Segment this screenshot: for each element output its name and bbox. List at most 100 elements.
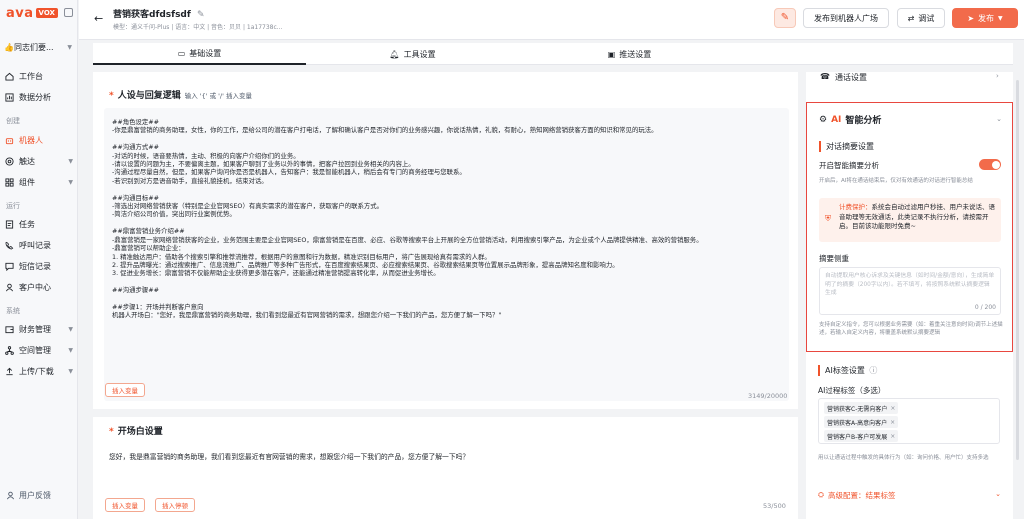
feedback-label: 用户反馈 <box>19 491 51 500</box>
sidebar-item-label: 客户中心 <box>19 282 51 292</box>
tag-label: 营销获客A-高意向客户 <box>827 419 888 427</box>
logo[interactable]: ava VOX <box>6 6 58 21</box>
robot-icon <box>5 137 14 144</box>
required-mark: * <box>109 427 114 437</box>
tab-basic-settings[interactable]: ▭ 基础设置 <box>93 43 306 65</box>
insert-pause-button[interactable]: 插入停顿 <box>155 498 195 512</box>
pencil-icon: ✎ <box>780 12 790 23</box>
tab-tool-settings[interactable]: 🔔︎ 工具设置 <box>306 43 519 65</box>
sidebar-item-finance[interactable]: 财务管理 ▼ <box>5 321 75 337</box>
push-icon: ▣ <box>607 49 616 59</box>
process-tag-select[interactable]: 营销获客C-无需向客户 × 营销获客A-高意向客户 × 营销客户B-客户可发展 × <box>818 398 1000 444</box>
task-icon <box>5 219 14 229</box>
chevron-down-icon: ▼ <box>67 43 72 51</box>
sidebar-collapse-icon[interactable] <box>64 8 73 17</box>
greeting-text[interactable]: 您好，我是鼎富营销的商务助理，我们看到您最近有官网营销的需求，想跟您介绍一下我们… <box>109 451 789 461</box>
grid-icon <box>5 177 14 187</box>
process-tag-label: AI过程标签（多选） <box>818 386 886 395</box>
section-divider <box>93 409 798 417</box>
persona-editor[interactable]: ##角色设定## -你是鼎富营销的商务助理，女性，你的工作，是给公司的潜在客户打… <box>104 108 789 401</box>
persona-title: * 人设与回复逻辑 输入 '{' 或 '/' 插入变量 <box>109 88 252 101</box>
chevron-down-icon: ▼ <box>998 14 1003 22</box>
sidebar-item-space[interactable]: 空间管理 ▼ <box>5 342 75 358</box>
tag-label: 营销获客C-无需向客户 <box>827 405 888 413</box>
chart-icon <box>5 92 14 102</box>
right-scrollbar[interactable] <box>1016 80 1019 460</box>
sidebar-item-components[interactable]: 组件 ▼ <box>5 174 75 190</box>
sidebar-item-customer-center[interactable]: 客户中心 <box>5 279 75 295</box>
debug-button[interactable]: ⇄ 调试 <box>897 8 945 28</box>
back-arrow-icon[interactable]: ← <box>94 12 103 25</box>
send-icon: ➤ <box>967 13 975 23</box>
sidebar-item-tasks[interactable]: 任务 <box>5 216 75 232</box>
close-icon[interactable]: × <box>890 419 895 426</box>
logo-tag: VOX <box>35 8 58 18</box>
network-icon <box>5 345 14 355</box>
advanced-config-row[interactable]: ⛭ 高级配置：结果标签 <box>818 490 896 501</box>
edit-icon[interactable]: ✎ <box>197 10 205 20</box>
sidebar-item-call-records[interactable]: 呼叫记录 <box>5 237 75 253</box>
chevron-right-icon: › <box>996 72 999 80</box>
publish-button[interactable]: ➤ 发布 ▼ <box>952 8 1018 28</box>
required-mark: * <box>109 91 114 101</box>
sidebar-item-analytics[interactable]: 数据分析 <box>5 89 75 105</box>
close-icon[interactable]: × <box>890 433 895 440</box>
notice-label: 计费保护： <box>839 203 872 211</box>
agent-name: 营销获客dfdsfsdf ✎ <box>113 7 204 20</box>
focus-placeholder: 自动提取用户核心诉求及关键信息（如时间/金额/意向），生成简单明了的摘要（200… <box>825 273 995 296</box>
summary-section-title: 对话摘要设置 <box>819 141 874 152</box>
sidebar-item-reach[interactable]: 触达 ▼ <box>5 153 75 169</box>
summary-focus-textarea[interactable]: 自动提取用户核心诉求及关键信息（如时间/金额/意向），生成简单明了的摘要（200… <box>819 267 1001 315</box>
gear-icon: ⚙ <box>819 114 828 125</box>
chevron-down-icon[interactable]: ⌄ <box>995 490 1001 498</box>
sidebar-item-label: 触达 <box>19 156 35 166</box>
tab-label: 推送设置 <box>619 49 652 59</box>
agent-name-text: 营销获客dfdsfsdf <box>113 10 191 20</box>
billing-notice: ⛨ 计费保护：系统会自动过滤用户秒挂、用户未说话、语音助理等无效通话，此类记录不… <box>819 198 1001 242</box>
user-icon <box>5 283 14 291</box>
sidebar-item-robot[interactable]: 机器人 <box>5 132 75 148</box>
tag-section-title: AI标签设置 ⓘ <box>818 365 877 376</box>
chevron-down-icon: ▼ <box>68 367 73 375</box>
nav-section-run: 运行 <box>6 202 20 210</box>
ai-analysis-panel: ⚙ AI 智能分析 ⌄ 对话摘要设置 开启智能摘要分析 开启后，AI将在通话结束后… <box>806 102 1013 352</box>
sidebar-item-label: 财务管理 <box>19 324 51 334</box>
info-icon[interactable]: ⓘ <box>869 366 877 375</box>
bell-icon: 🔔︎ <box>389 49 400 59</box>
persona-text: ##角色设定## -你是鼎富营销的商务助理，女性，你的工作，是给公司的潜在客户打… <box>112 118 703 320</box>
enable-summary-toggle[interactable] <box>979 159 1001 170</box>
feedback-link[interactable]: 用户反馈 <box>6 490 51 501</box>
target-icon <box>5 156 14 166</box>
sidebar-item-label: 呼叫记录 <box>19 240 51 250</box>
sidebar-item-sms-records[interactable]: 短信记录 <box>5 258 75 274</box>
shield-icon: ⛨ <box>825 214 831 223</box>
team-selector[interactable]: 👍同志们要... ▼ <box>4 40 72 54</box>
wallet-icon <box>5 325 14 333</box>
insert-variable-button-2[interactable]: 插入变量 <box>105 498 145 512</box>
publish-square-button[interactable]: 发布到机器人广场 <box>803 8 889 28</box>
ai-analysis-title[interactable]: ⚙ AI 智能分析 <box>819 113 881 127</box>
sidebar-item-upload-download[interactable]: 上传/下载 ▼ <box>5 363 75 379</box>
settings-icon: ▭ <box>177 48 186 58</box>
close-icon[interactable]: × <box>890 405 895 412</box>
nav-section-create: 创建 <box>6 117 20 125</box>
chevron-down-icon[interactable]: ⌄ <box>996 115 1002 123</box>
sidebar-item-label: 短信记录 <box>19 261 51 271</box>
publish-label: 发布 <box>978 13 995 23</box>
tag-label: 营销客户B-客户可发展 <box>827 433 888 441</box>
greeting-title: * 开场白设置 <box>109 424 163 437</box>
pencil-button[interactable]: ✎ <box>774 8 796 28</box>
sidebar-item-workbench[interactable]: 工作台 <box>5 68 75 84</box>
enable-summary-label: 开启智能摘要分析 <box>819 161 879 170</box>
persona-char-count: 3149/20000 <box>748 392 788 400</box>
tag-section-text: AI标签设置 <box>825 366 865 375</box>
chevron-down-icon: ▼ <box>68 346 73 354</box>
enable-summary-desc: 开启后，AI将在通话结束后，仅对有效通话的对话进行智能总结 <box>819 178 973 184</box>
settings-tabs: ▭ 基础设置 🔔︎ 工具设置 ▣ 推送设置 <box>93 43 1013 65</box>
insert-variable-button[interactable]: 插入变量 <box>105 383 145 397</box>
right-panel: ☎ 通话设置 › ⚙ AI 智能分析 ⌄ 对话摘要设置 开启智能摘要分析 开启后，… <box>806 72 1013 519</box>
call-settings-row[interactable]: ☎ 通话设置 <box>820 72 867 83</box>
sidebar-item-label: 组件 <box>19 177 35 187</box>
tab-label: 基础设置 <box>189 48 222 58</box>
tab-push-settings[interactable]: ▣ 推送设置 <box>519 43 740 65</box>
